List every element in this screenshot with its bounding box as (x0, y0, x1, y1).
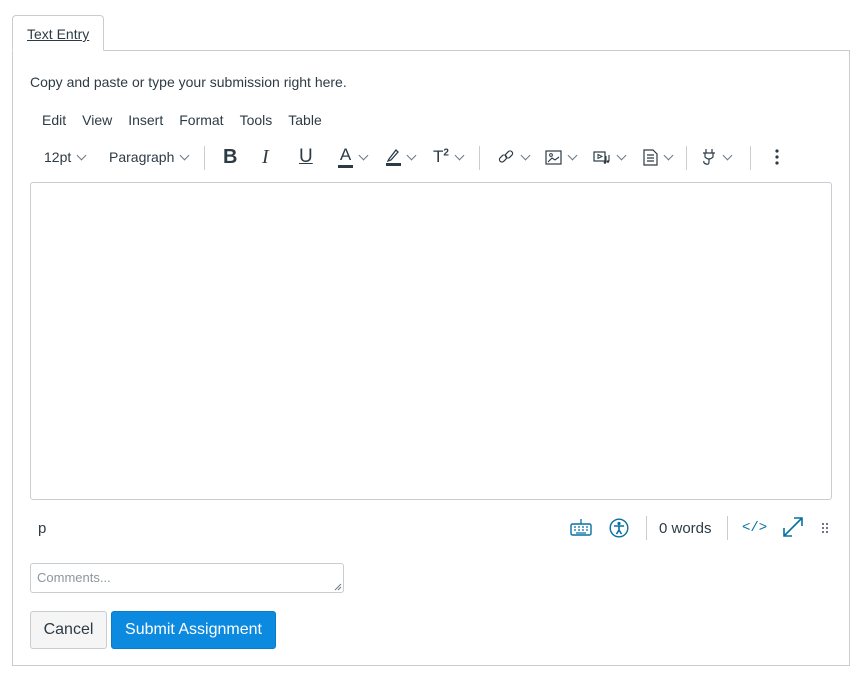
image-button[interactable] (545, 142, 578, 172)
document-button[interactable] (643, 142, 674, 172)
text-color-glyph: A (339, 144, 352, 164)
chevron-down-icon (179, 150, 190, 160)
chevron-down-icon (663, 150, 674, 160)
menu-tools[interactable]: Tools (240, 112, 273, 128)
comments-input[interactable] (30, 563, 344, 593)
text-color-button[interactable]: A (338, 142, 369, 172)
statusbar-divider (727, 516, 728, 540)
media-icon (593, 150, 611, 165)
underline-button[interactable]: U (299, 142, 313, 172)
underline-icon: U (299, 146, 313, 167)
word-count[interactable]: 0 words (659, 520, 712, 537)
rich-text-editor[interactable] (30, 182, 832, 500)
italic-icon: I (262, 145, 269, 168)
chevron-down-icon (722, 150, 733, 160)
toolbar-divider (204, 146, 205, 170)
superscript-glyph: T (433, 147, 444, 166)
editor-menubar: Edit View Insert Format Tools Table (42, 112, 338, 128)
italic-button[interactable]: I (262, 142, 269, 172)
toolbar-divider (479, 146, 480, 170)
bold-button[interactable]: B (223, 142, 237, 172)
editor-statusbar: p 0 words </> (30, 514, 832, 544)
cancel-button[interactable]: Cancel (30, 611, 107, 649)
link-icon (497, 148, 515, 166)
accessibility-checker-button[interactable] (609, 518, 629, 538)
drag-handle-icon (821, 522, 829, 536)
block-format-select[interactable]: Paragraph (109, 142, 190, 172)
bold-icon: B (223, 145, 238, 168)
menu-table[interactable]: Table (288, 112, 321, 128)
menu-edit[interactable]: Edit (42, 112, 66, 128)
resize-handle[interactable] (821, 522, 829, 536)
more-button[interactable] (774, 142, 780, 172)
menu-view[interactable]: View (82, 112, 112, 128)
font-size-select[interactable]: 12pt (44, 142, 87, 172)
text-color-icon: A (338, 144, 353, 168)
superscript-icon: T2 (433, 147, 449, 167)
fullscreen-button[interactable] (782, 516, 804, 538)
menu-format[interactable]: Format (179, 112, 223, 128)
intro-text: Copy and paste or type your submission r… (30, 74, 347, 90)
block-format-value: Paragraph (109, 149, 175, 165)
link-button[interactable] (497, 142, 531, 172)
html-editor-toggle[interactable]: </> (742, 520, 767, 536)
font-size-value: 12pt (44, 149, 72, 165)
toolbar-divider (750, 146, 751, 170)
element-path[interactable]: p (38, 520, 46, 537)
superscript-button[interactable]: T2 (433, 142, 465, 172)
keyboard-shortcuts-button[interactable] (570, 518, 592, 538)
menu-insert[interactable]: Insert (128, 112, 163, 128)
chevron-down-icon (520, 150, 531, 160)
statusbar-divider (646, 516, 647, 540)
chevron-down-icon (406, 150, 417, 160)
tab-text-entry[interactable]: Text Entry (12, 15, 104, 51)
accessibility-icon (609, 518, 629, 538)
apps-plug-icon (701, 148, 717, 166)
toolbar-divider (686, 146, 687, 170)
superscript-number: 2 (443, 147, 449, 159)
apps-button[interactable] (701, 142, 733, 172)
textarea-resize-grip-icon[interactable] (334, 583, 342, 591)
chevron-down-icon (454, 150, 465, 160)
more-icon (774, 148, 780, 166)
highlight-color-button[interactable] (385, 142, 417, 172)
chevron-down-icon (358, 150, 369, 160)
chevron-down-icon (76, 150, 87, 160)
editor-toolbar: 12pt Paragraph B I U A T2 (30, 142, 832, 172)
highlight-color-icon (385, 147, 401, 167)
keyboard-icon (570, 518, 592, 538)
tab-text-entry-label: Text Entry (27, 26, 90, 42)
image-icon (545, 149, 562, 165)
media-button[interactable] (593, 142, 627, 172)
chevron-down-icon (616, 150, 627, 160)
expand-icon (782, 516, 804, 538)
document-icon (643, 148, 658, 166)
submit-assignment-button[interactable]: Submit Assignment (111, 611, 276, 649)
chevron-down-icon (567, 150, 578, 160)
